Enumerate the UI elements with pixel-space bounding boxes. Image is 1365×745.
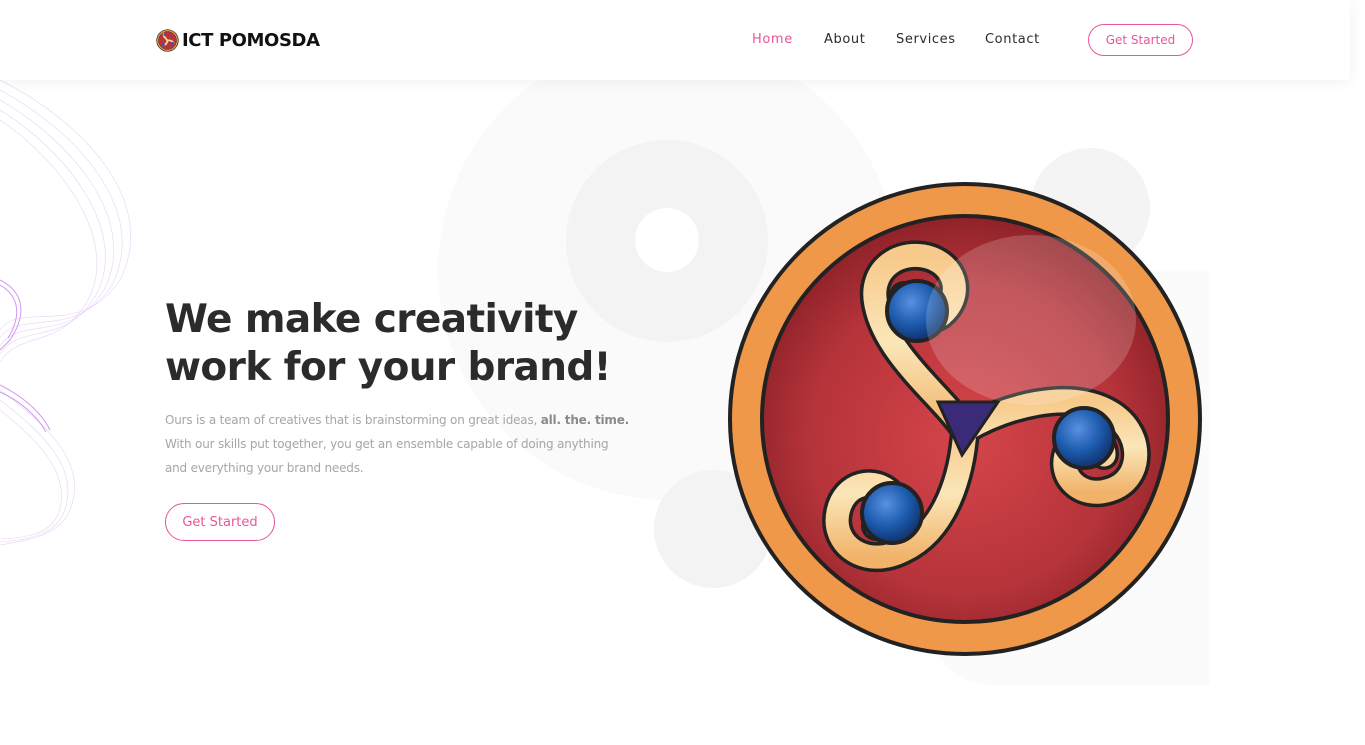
nav-about[interactable]: About	[824, 32, 865, 47]
hero-description-line-1: Ours is a team of creatives that is brai…	[165, 408, 635, 432]
hero-title-line-2: work for your brand!	[165, 345, 611, 390]
hero-title: We make creativity work for your brand!	[165, 296, 645, 392]
background-ring-hole	[635, 208, 699, 272]
hero-description-text: Ours is a team of creatives that is brai…	[165, 413, 541, 427]
triskelion-logo-icon	[156, 29, 179, 52]
hero-description-line-2: With our skills put together, you get an…	[165, 437, 609, 451]
brand[interactable]: ICT POMOSDA	[156, 29, 320, 52]
brand-name: ICT POMOSDA	[182, 30, 320, 51]
hero-description-line-3: and everything your brand needs.	[165, 461, 364, 475]
header-get-started-button[interactable]: Get Started	[1088, 24, 1193, 56]
decorative-waves	[0, 80, 131, 546]
site-header: ICT POMOSDA Home About Services Contact …	[0, 0, 1350, 80]
nav-services[interactable]: Services	[896, 32, 956, 47]
hero-get-started-button[interactable]: Get Started	[165, 503, 275, 541]
hero-description: Ours is a team of creatives that is brai…	[165, 408, 635, 480]
hero-title-line-1: We make creativity	[165, 297, 578, 342]
triskelion-emblem-icon	[728, 182, 1202, 656]
nav-contact[interactable]: Contact	[985, 32, 1040, 47]
nav-home[interactable]: Home	[752, 32, 793, 47]
hero-description-emphasis: all. the. time.	[540, 413, 630, 427]
